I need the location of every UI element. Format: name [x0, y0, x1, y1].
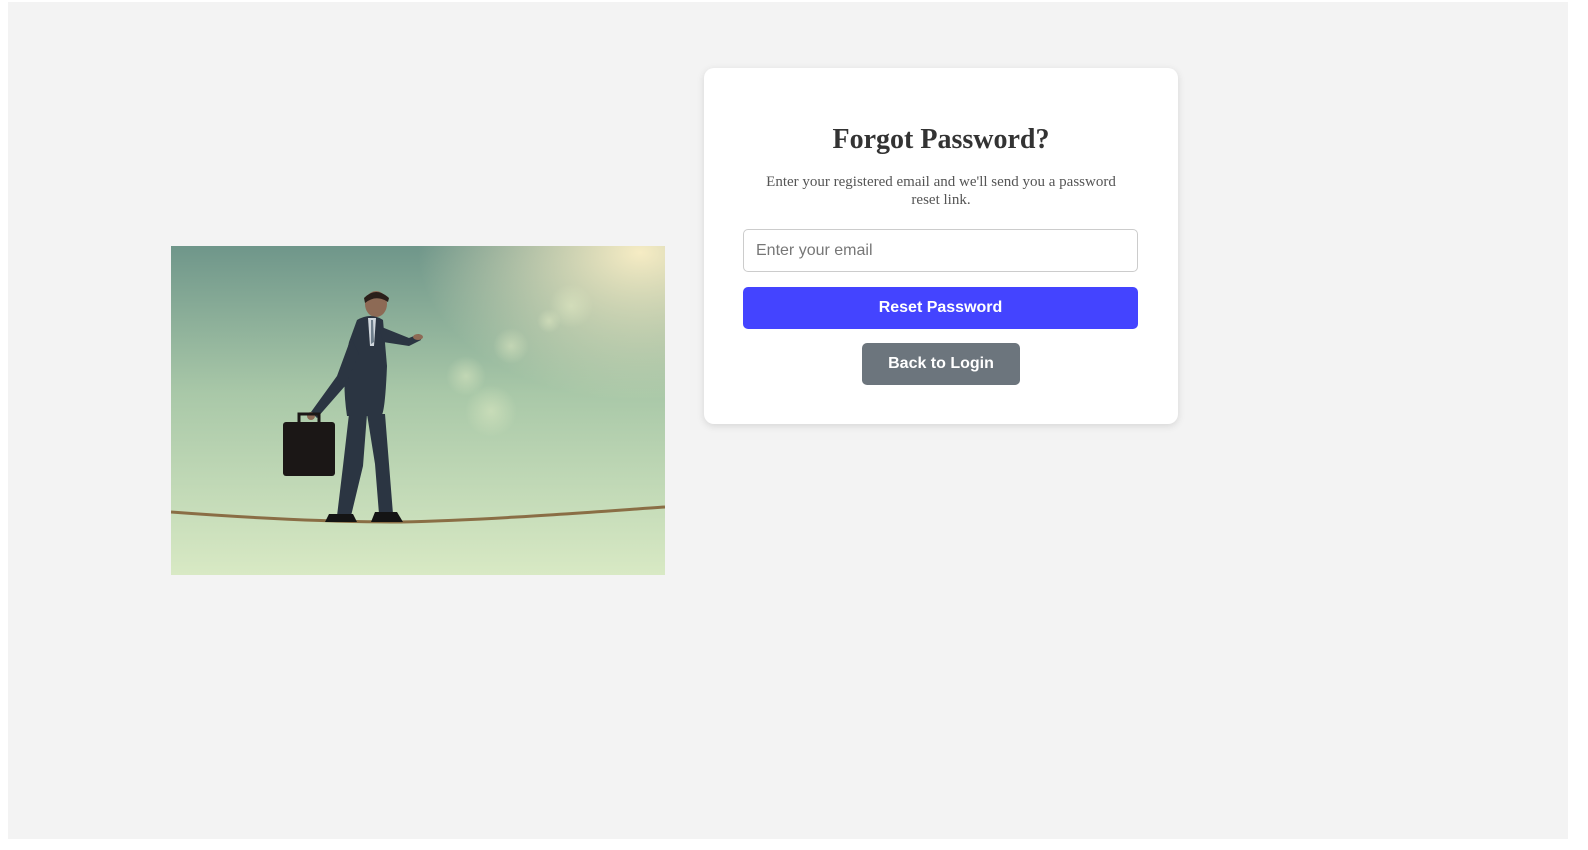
reset-password-button[interactable]: Reset Password	[743, 287, 1138, 329]
email-input[interactable]	[743, 229, 1138, 272]
page-background: Forgot Password? Enter your registered e…	[8, 2, 1568, 839]
page-title: Forgot Password?	[832, 124, 1050, 155]
back-to-login-button[interactable]: Back to Login	[862, 343, 1020, 385]
instructions-text: Enter your registered email and we'll se…	[766, 174, 1116, 208]
tightrope-businessman-illustration	[171, 246, 665, 575]
forgot-password-card: Forgot Password? Enter your registered e…	[704, 68, 1178, 424]
hero-image	[171, 246, 665, 575]
